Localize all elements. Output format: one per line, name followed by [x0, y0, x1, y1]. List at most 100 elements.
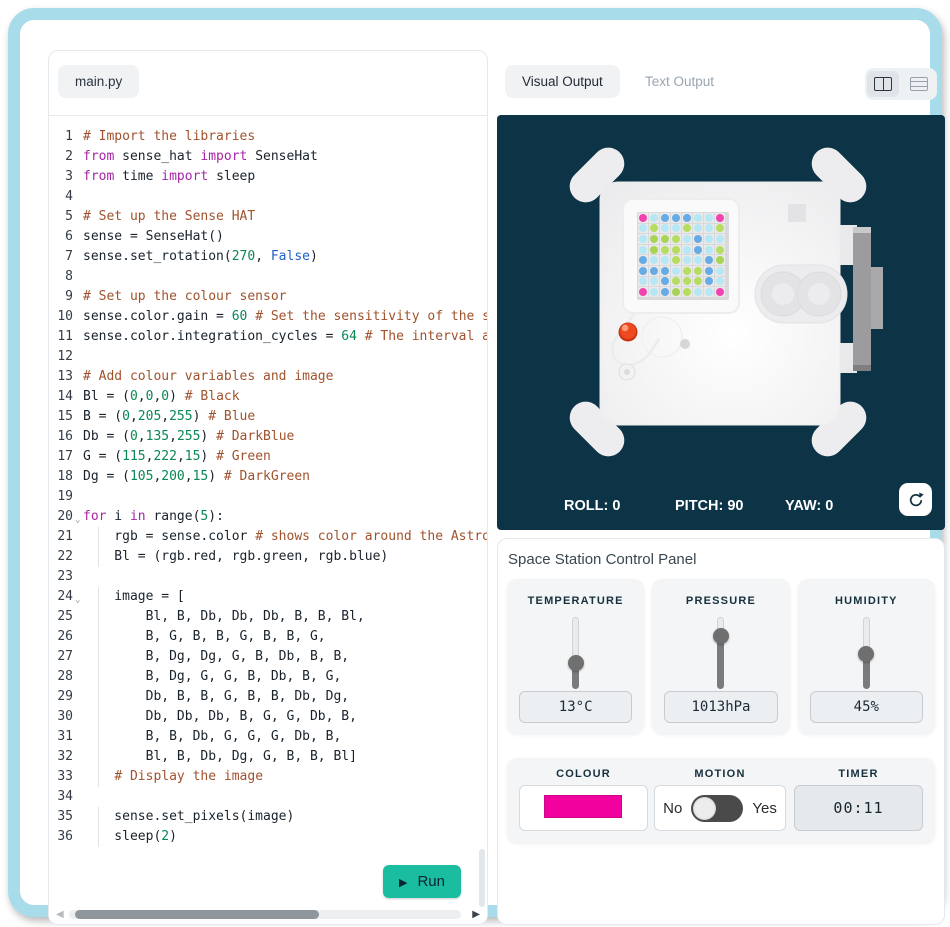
line-number: 7: [49, 247, 73, 267]
code-text: rgb = sense.color # shows color around t…: [83, 527, 487, 547]
code-line[interactable]: 6sense = SenseHat(): [49, 227, 487, 247]
led-cell: [715, 213, 725, 223]
code-line[interactable]: 11sense.color.integration_cycles = 64 # …: [49, 327, 487, 347]
motion-toggle-knob[interactable]: [693, 797, 716, 820]
sensor-slider[interactable]: [863, 617, 870, 689]
code-line[interactable]: 17G = (115,222,15) # Green: [49, 447, 487, 467]
led-dot: [639, 246, 647, 254]
code-text: Bl, B, Db, Db, Db, B, B, Bl,: [83, 607, 487, 627]
run-label: Run: [417, 873, 445, 890]
code-line[interactable]: 24⌄ image = [: [49, 587, 487, 607]
sensor-slider[interactable]: [717, 617, 724, 689]
line-number: 20: [49, 507, 73, 527]
tab-text-output[interactable]: Text Output: [628, 65, 731, 98]
led-cell: [649, 255, 659, 265]
code-line[interactable]: 21 rgb = sense.color # shows color aroun…: [49, 527, 487, 547]
tab-main-py[interactable]: main.py: [58, 65, 139, 98]
line-number: 25: [49, 607, 73, 627]
scroll-left-icon[interactable]: ◀: [56, 909, 64, 921]
scroll-right-icon[interactable]: ▶: [472, 909, 480, 921]
code-text: # Set up the Sense HAT: [83, 207, 487, 227]
line-number: 18: [49, 467, 73, 487]
code-text: B = (0,205,255) # Blue: [83, 407, 487, 427]
code-line[interactable]: 5 # Set up the Sense HAT: [49, 207, 487, 227]
code-line[interactable]: 12: [49, 347, 487, 367]
code-line[interactable]: 32 Bl, B, Db, Dg, G, B, B, Bl]: [49, 747, 487, 767]
code-line[interactable]: 4: [49, 187, 487, 207]
refresh-button[interactable]: [899, 483, 932, 516]
vertical-scrollbar-thumb[interactable]: [479, 849, 485, 907]
code-line[interactable]: 23: [49, 567, 487, 587]
led-cell: [693, 234, 703, 244]
led-cell: [682, 255, 692, 265]
code-line[interactable]: 26 B, G, B, B, G, B, B, G,: [49, 627, 487, 647]
tab-visual-output[interactable]: Visual Output: [505, 65, 620, 98]
colour-picker[interactable]: [519, 785, 648, 831]
led-cell: [693, 266, 703, 276]
led-cell: [693, 213, 703, 223]
code-line[interactable]: 3from time import sleep: [49, 167, 487, 187]
led-cell: [638, 245, 648, 255]
code-line[interactable]: 27 B, Dg, Dg, G, B, Db, B, B,: [49, 647, 487, 667]
sensor-value: 1013hPa: [664, 691, 777, 723]
code-line[interactable]: 8: [49, 267, 487, 287]
horizontal-scrollbar[interactable]: [69, 910, 461, 919]
push-buttons[interactable]: [755, 265, 847, 323]
code-line[interactable]: 15 B = (0,205,255) # Blue: [49, 407, 487, 427]
led-cell: [704, 224, 714, 234]
led-matrix: [637, 212, 729, 300]
code-editor[interactable]: 1# Import the libraries2from sense_hat i…: [49, 116, 487, 906]
colour-swatch[interactable]: [544, 795, 622, 818]
code-line[interactable]: 29 Db, B, B, G, B, B, Db, Dg,: [49, 687, 487, 707]
code-line[interactable]: 36 sleep(2): [49, 827, 487, 847]
code-text: from sense_hat import SenseHat: [83, 147, 487, 167]
code-line[interactable]: 20⌄for i in range(5):: [49, 507, 487, 527]
code-line[interactable]: 35 sense.set_pixels(image): [49, 807, 487, 827]
split-columns-button[interactable]: [867, 71, 899, 97]
motion-toggle[interactable]: [691, 795, 743, 822]
code-line[interactable]: 9# Set up the colour sensor: [49, 287, 487, 307]
sensor-cards-row: TEMPERATURE13°CPRESSURE1013hPaHUMIDITY45…: [507, 579, 935, 734]
code-line[interactable]: 2from sense_hat import SenseHat: [49, 147, 487, 167]
code-line[interactable]: 16Db = (0,135,255) # DarkBlue: [49, 427, 487, 447]
code-line[interactable]: 34: [49, 787, 487, 807]
code-line[interactable]: 25 Bl, B, Db, Db, Db, B, B, Bl,: [49, 607, 487, 627]
code-line[interactable]: 31 B, B, Db, G, G, G, Db, B,: [49, 727, 487, 747]
code-line[interactable]: 13# Add colour variables and image: [49, 367, 487, 387]
code-line[interactable]: 1# Import the libraries: [49, 127, 487, 147]
motion-label: MOTION: [654, 768, 786, 780]
horizontal-scrollbar-thumb[interactable]: [75, 910, 319, 919]
sensor-card-pressure: PRESSURE1013hPa: [652, 579, 789, 734]
code-line[interactable]: 30 Db, Db, Db, B, G, G, Db, B,: [49, 707, 487, 727]
line-number: 34: [49, 787, 73, 807]
slider-thumb[interactable]: [858, 646, 874, 662]
led-dot: [705, 214, 713, 222]
split-rows-button[interactable]: [903, 71, 935, 97]
slider-thumb[interactable]: [568, 655, 584, 671]
led-dot: [694, 235, 702, 243]
code-line[interactable]: 33 # Display the image: [49, 767, 487, 787]
line-number: 17: [49, 447, 73, 467]
led-cell: [682, 224, 692, 234]
led-cell: [693, 245, 703, 255]
led-cell: [671, 245, 681, 255]
line-number: 15: [49, 407, 73, 427]
led-cell: [660, 224, 670, 234]
led-cell: [682, 213, 692, 223]
run-button[interactable]: ▶Run: [383, 865, 461, 898]
led-dot: [683, 224, 691, 232]
line-number: 5: [49, 207, 73, 227]
code-line[interactable]: 14Bl = (0,0,0) # Black: [49, 387, 487, 407]
code-line[interactable]: 10sense.color.gain = 60 # Set the sensit…: [49, 307, 487, 327]
slider-thumb[interactable]: [713, 628, 729, 644]
stat-roll: ROLL: 0: [564, 498, 620, 514]
joystick-led[interactable]: [619, 323, 638, 342]
led-dot: [705, 267, 713, 275]
code-line[interactable]: 7sense.set_rotation(270, False): [49, 247, 487, 267]
code-line[interactable]: 18Dg = (105,200,15) # DarkGreen: [49, 467, 487, 487]
line-number: 12: [49, 347, 73, 367]
code-line[interactable]: 19: [49, 487, 487, 507]
code-line[interactable]: 22 Bl = (rgb.red, rgb.green, rgb.blue): [49, 547, 487, 567]
sensor-slider[interactable]: [572, 617, 579, 689]
code-line[interactable]: 28 B, Dg, G, G, B, Db, B, G,: [49, 667, 487, 687]
